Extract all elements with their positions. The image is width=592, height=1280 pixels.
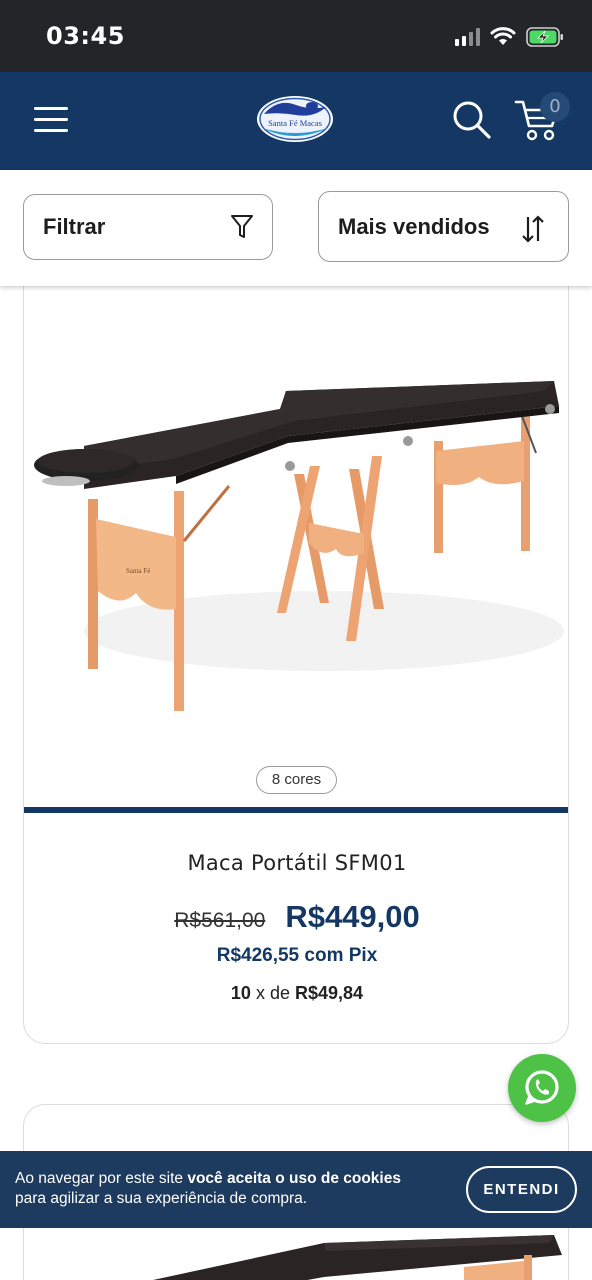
- product-image-massage-table[interactable]: Santa Fé: [24, 291, 569, 761]
- whatsapp-icon: [525, 1070, 559, 1105]
- installments-text: 10 x de R$49,84: [24, 983, 568, 1004]
- cookie-text-post: para agilizar a sua experiência de compr…: [15, 1190, 308, 1207]
- installments-count: 10: [230, 983, 251, 1003]
- old-price: R$561,00: [174, 909, 266, 932]
- colors-badge: 8 cores: [256, 766, 337, 794]
- cookie-text-bold: você aceita o uso de cookies: [187, 1170, 401, 1187]
- pix-price: R$426,55 com Pix: [216, 945, 378, 966]
- filter-sort-bar: Filtrar Mais vendidos: [0, 170, 592, 286]
- battery-charging-icon: [526, 27, 563, 47]
- cookie-banner: Ao navegar por este site você aceita o u…: [0, 1151, 592, 1228]
- hamburger-menu-icon[interactable]: [34, 105, 68, 133]
- cookie-text: Ao navegar por este site você aceita o u…: [15, 1169, 455, 1209]
- whatsapp-button[interactable]: [508, 1054, 576, 1122]
- status-bar: 03:45: [0, 0, 592, 72]
- filter-button[interactable]: Filtrar: [23, 194, 273, 260]
- cart-count-badge[interactable]: 0: [540, 92, 570, 122]
- search-icon[interactable]: [452, 100, 492, 140]
- sort-arrows-icon: [522, 215, 544, 243]
- installment-value: R$49,84: [295, 983, 364, 1003]
- cookie-text-pre: Ao navegar por este site: [15, 1170, 188, 1187]
- accept-cookies-button[interactable]: ENTENDI: [466, 1166, 577, 1213]
- card-divider: [24, 807, 568, 813]
- wifi-icon: [490, 27, 516, 45]
- site-header: Santa Fé Macas 0: [0, 72, 592, 170]
- logo-text: Santa Fé Macas: [268, 118, 322, 128]
- current-price: R$449,00: [285, 899, 420, 934]
- installments-separator: x de: [255, 983, 290, 1003]
- product-name[interactable]: Maca Portátil SFM01: [24, 851, 568, 875]
- sort-button[interactable]: Mais vendidos: [318, 191, 569, 262]
- santa-fe-macas-logo[interactable]: Santa Fé Macas: [256, 94, 334, 144]
- status-icons: [455, 26, 564, 48]
- status-time: 03:45: [46, 22, 125, 50]
- sort-button-label: Mais vendidos: [338, 213, 490, 239]
- funnel-icon: [231, 215, 253, 238]
- filter-button-label: Filtrar: [43, 214, 106, 239]
- svg-text:Santa Fé: Santa Fé: [126, 567, 150, 575]
- price-row: R$561,00 R$449,00: [24, 899, 568, 935]
- product-card[interactable]: Santa Fé 8 cores Maca Portátil SFM01 R$5…: [23, 250, 569, 1044]
- cellular-signal-icon: [455, 28, 480, 46]
